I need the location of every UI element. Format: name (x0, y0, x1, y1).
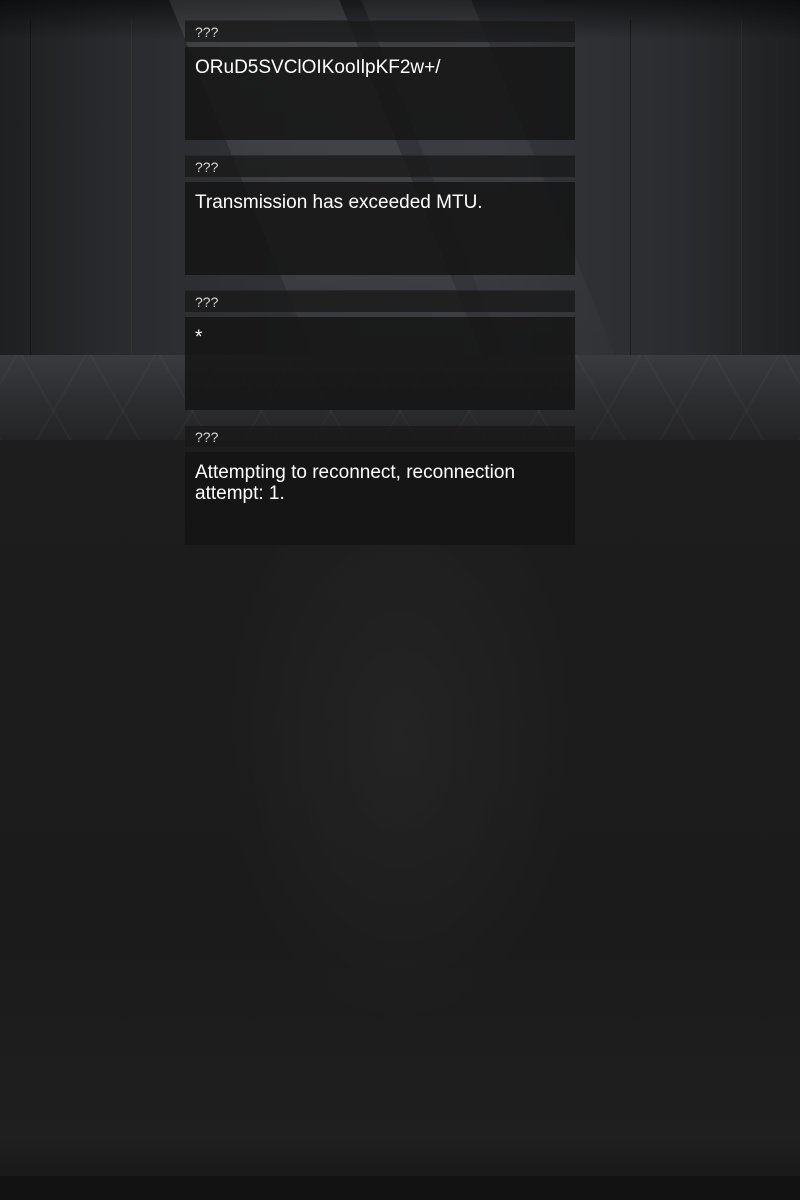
message-sender: ??? (185, 425, 575, 447)
message-log: ??? ORuD5SVClOIKooIlpKF2w+/ ??? Transmis… (185, 20, 575, 560)
message-text: * (185, 317, 575, 410)
message-sender: ??? (185, 20, 575, 42)
bottom-bar (0, 1176, 800, 1200)
message-entry: ??? * (185, 290, 575, 410)
message-entry: ??? Attempting to reconnect, reconnectio… (185, 425, 575, 545)
message-text: Attempting to reconnect, reconnection at… (185, 452, 575, 545)
message-entry: ??? Transmission has exceeded MTU. (185, 155, 575, 275)
message-text: Transmission has exceeded MTU. (185, 182, 575, 275)
game-screen: ??? ORuD5SVClOIKooIlpKF2w+/ ??? Transmis… (0, 0, 800, 1200)
message-entry: ??? ORuD5SVClOIKooIlpKF2w+/ (185, 20, 575, 140)
message-sender: ??? (185, 155, 575, 177)
message-sender: ??? (185, 290, 575, 312)
message-text: ORuD5SVClOIKooIlpKF2w+/ (185, 47, 575, 140)
